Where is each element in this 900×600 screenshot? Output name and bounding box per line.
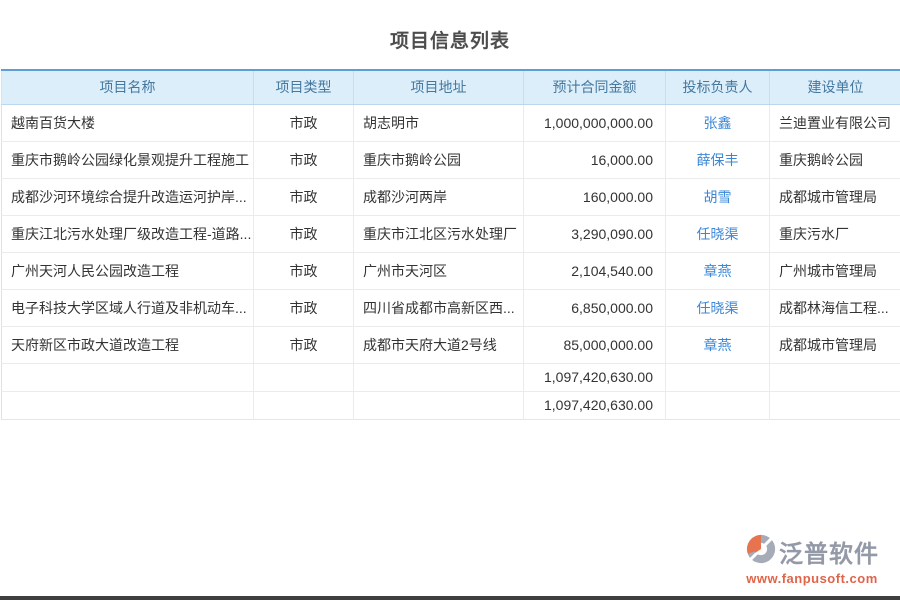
table-row: 重庆市鹅岭公园绿化景观提升工程施工市政重庆市鹅岭公园16,000.00 薛保丰 重庆… bbox=[2, 141, 900, 178]
cell-name: 广州天河人民公园改造工程 bbox=[2, 252, 254, 289]
cell-address: 胡志明市 bbox=[354, 104, 524, 141]
cell-address: 四川省成都市高新区西... bbox=[354, 289, 524, 326]
summary-cell-manager bbox=[666, 363, 770, 391]
brand-name: 泛普软件 bbox=[779, 534, 879, 569]
cell-manager: 张鑫 bbox=[666, 104, 770, 141]
manager-link[interactable]: 薛保丰 bbox=[697, 152, 739, 168]
cell-type: 市政 bbox=[254, 141, 354, 178]
manager-link[interactable]: 章燕 bbox=[704, 337, 732, 353]
manager-link[interactable]: 胡雪 bbox=[704, 189, 732, 205]
cell-manager: 章燕 bbox=[666, 326, 770, 363]
cell-type: 市政 bbox=[254, 215, 354, 252]
cell-amount: 2,104,540.00 bbox=[524, 252, 666, 289]
cell-name: 越南百货大楼 bbox=[2, 104, 254, 141]
column-header-amount: 预计合同金额 bbox=[524, 70, 666, 104]
cell-amount: 3,290,090.00 bbox=[524, 215, 666, 252]
cell-address: 成都市天府大道2号线 bbox=[354, 326, 524, 363]
cell-type: 市政 bbox=[254, 252, 354, 289]
cell-unit: 成都城市管理局 bbox=[770, 178, 900, 215]
manager-link[interactable]: 任晓渠 bbox=[697, 226, 739, 242]
cell-name: 重庆市鹅岭公园绿化景观提升工程施工 bbox=[2, 141, 254, 178]
cell-type: 市政 bbox=[254, 326, 354, 363]
column-header-unit: 建设单位 bbox=[770, 70, 900, 104]
cell-type: 市政 bbox=[254, 178, 354, 215]
cell-manager: 任晓渠 bbox=[666, 289, 770, 326]
cell-unit: 重庆鹅岭公园 bbox=[770, 141, 900, 178]
column-header-type: 项目类型 bbox=[254, 70, 354, 104]
summary-cell-address bbox=[354, 363, 524, 391]
cell-address: 重庆市江北区污水处理厂 bbox=[354, 215, 524, 252]
cell-address: 重庆市鹅岭公园 bbox=[354, 141, 524, 178]
cell-amount: 1,000,000,000.00 bbox=[524, 104, 666, 141]
cell-manager: 章燕 bbox=[666, 252, 770, 289]
summary-cell-address bbox=[354, 391, 524, 419]
summary-cell-unit bbox=[770, 363, 900, 391]
cell-name: 天府新区市政大道改造工程 bbox=[2, 326, 254, 363]
manager-link[interactable]: 章燕 bbox=[704, 263, 732, 279]
cell-address: 成都沙河两岸 bbox=[354, 178, 524, 215]
table-row: 电子科技大学区域人行道及非机动车...市政四川省成都市高新区西...6,850,… bbox=[2, 289, 900, 326]
cell-unit: 广州城市管理局 bbox=[770, 252, 900, 289]
table-row: 广州天河人民公园改造工程市政广州市天河区2,104,540.00 章燕 广州城市管理… bbox=[2, 252, 900, 289]
summary-cell-type bbox=[254, 391, 354, 419]
manager-link[interactable]: 张鑫 bbox=[704, 115, 732, 131]
brand-logo-icon bbox=[745, 533, 777, 570]
manager-link[interactable]: 任晓渠 bbox=[697, 300, 739, 316]
summary-cell-unit bbox=[770, 391, 900, 419]
column-header-address: 项目地址 bbox=[354, 70, 524, 104]
cell-type: 市政 bbox=[254, 104, 354, 141]
cell-manager: 薛保丰 bbox=[666, 141, 770, 178]
cell-unit: 重庆污水厂 bbox=[770, 215, 900, 252]
summary-cell-amount: 1,097,420,630.00 bbox=[524, 391, 666, 419]
column-header-name: 项目名称 bbox=[2, 70, 254, 104]
cell-amount: 85,000,000.00 bbox=[524, 326, 666, 363]
table-row: 重庆江北污水处理厂级改造工程-道路...市政重庆市江北区污水处理厂3,290,0… bbox=[2, 215, 900, 252]
cell-unit: 成都城市管理局 bbox=[770, 326, 900, 363]
cell-name: 重庆江北污水处理厂级改造工程-道路... bbox=[2, 215, 254, 252]
cell-amount: 16,000.00 bbox=[524, 141, 666, 178]
table-row: 天府新区市政大道改造工程市政成都市天府大道2号线85,000,000.00 章燕 成… bbox=[2, 326, 900, 363]
brand-footer: 泛普软件 www.fanpusoft.com bbox=[732, 533, 892, 586]
cell-address: 广州市天河区 bbox=[354, 252, 524, 289]
cell-manager: 任晓渠 bbox=[666, 215, 770, 252]
bottom-edge-bar bbox=[0, 596, 900, 600]
cell-name: 电子科技大学区域人行道及非机动车... bbox=[2, 289, 254, 326]
table-body: 越南百货大楼市政胡志明市1,000,000,000.00张鑫兰迪置业有限公司重庆… bbox=[2, 104, 900, 419]
cell-amount: 160,000.00 bbox=[524, 178, 666, 215]
summary-cell-amount: 1,097,420,630.00 bbox=[524, 363, 666, 391]
cell-unit: 成都林海信工程... bbox=[770, 289, 900, 326]
cell-name: 成都沙河环境综合提升改造运河护岸... bbox=[2, 178, 254, 215]
summary-row: 1,097,420,630.00 bbox=[2, 363, 900, 391]
summary-cell-manager bbox=[666, 391, 770, 419]
brand-url[interactable]: www.fanpusoft.com bbox=[732, 571, 892, 586]
cell-unit: 兰迪置业有限公司 bbox=[770, 104, 900, 141]
page-title: 项目信息列表 bbox=[0, 0, 900, 69]
cell-type: 市政 bbox=[254, 289, 354, 326]
cell-amount: 6,850,000.00 bbox=[524, 289, 666, 326]
table-header: 项目名称 项目类型 项目地址 预计合同金额 投标负责人 建设单位 bbox=[2, 70, 900, 104]
table-row: 成都沙河环境综合提升改造运河护岸...市政成都沙河两岸160,000.00 胡雪 成… bbox=[2, 178, 900, 215]
column-header-manager: 投标负责人 bbox=[666, 70, 770, 104]
summary-row: 1,097,420,630.00 bbox=[2, 391, 900, 419]
project-info-table: 项目名称 项目类型 项目地址 预计合同金额 投标负责人 建设单位 越南百货大楼市… bbox=[1, 69, 900, 420]
cell-manager: 胡雪 bbox=[666, 178, 770, 215]
table-row: 越南百货大楼市政胡志明市1,000,000,000.00 张鑫 兰迪置业有限公司 bbox=[2, 104, 900, 141]
summary-cell-name bbox=[2, 391, 254, 419]
summary-cell-type bbox=[254, 363, 354, 391]
summary-cell-name bbox=[2, 363, 254, 391]
